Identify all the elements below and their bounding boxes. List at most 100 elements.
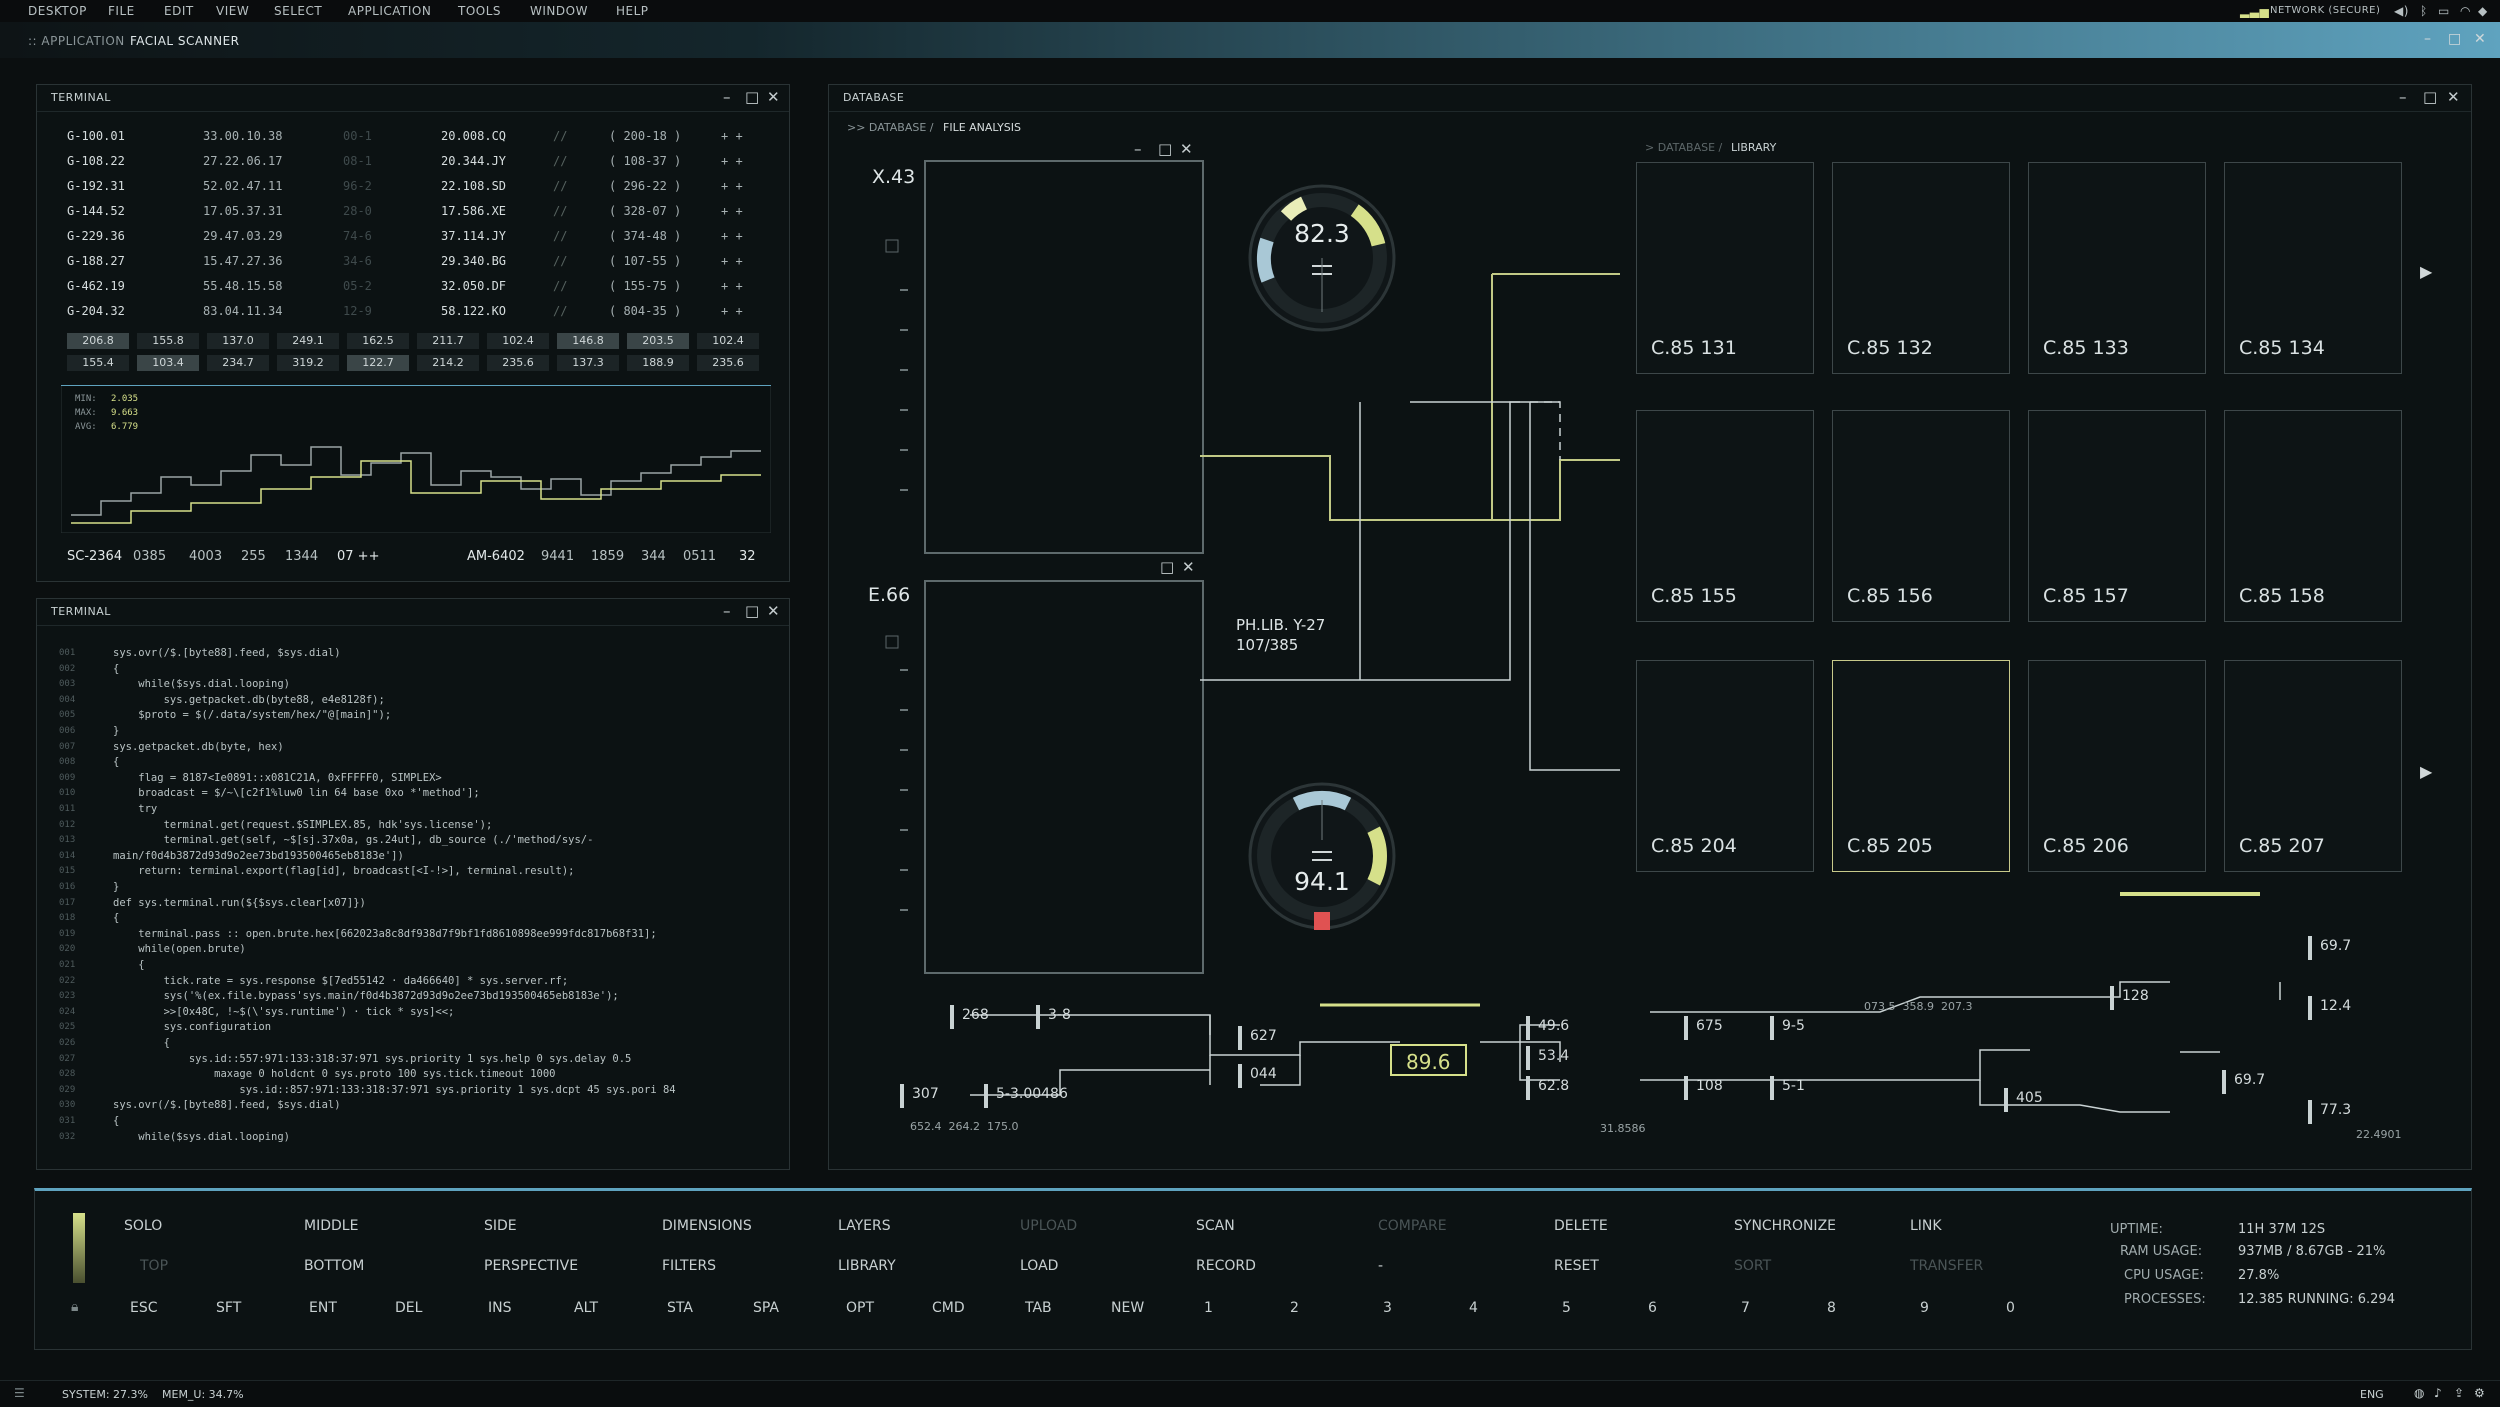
key-5[interactable]: 5 [1562,1300,1571,1316]
wifi-icon[interactable]: ◠ [2460,4,2471,18]
tool-row2-5[interactable]: LOAD [1020,1258,1058,1274]
key-spa[interactable]: SPA [753,1300,779,1316]
breadcrumb-root[interactable]: >> DATABASE / [847,121,937,134]
globe-icon[interactable]: ◍ [2414,1386,2424,1400]
upload-icon[interactable]: ⇪ [2454,1386,2464,1400]
grid-cell[interactable]: 214.2 [417,355,479,371]
cell-id[interactable]: G-192.31 [67,179,125,193]
tool-row2-8[interactable]: RESET [1554,1258,1599,1274]
node-n53[interactable]: 5-3.00486 [984,1084,1076,1108]
grid-cell[interactable]: 162.5 [347,333,409,349]
menu-view[interactable]: VIEW [216,4,249,18]
menu-edit[interactable]: EDIT [164,4,194,18]
maximize-window-button[interactable]: □ [2448,31,2461,47]
key-del[interactable]: DEL [395,1300,422,1316]
cell-id[interactable]: G-108.22 [67,154,125,168]
node-n675[interactable]: 675 [1684,1016,1731,1040]
node-n697a[interactable]: 69.7 [2308,936,2359,960]
tool-delete[interactable]: DELETE [1554,1218,1608,1234]
key-new[interactable]: NEW [1111,1300,1144,1316]
node-n496[interactable]: 49.6 [1526,1016,1577,1040]
tool-solo[interactable]: SOLO [124,1218,162,1234]
key-6[interactable]: 6 [1648,1300,1657,1316]
key-cmd[interactable]: CMD [932,1300,965,1316]
menu-tools[interactable]: TOOLS [458,4,501,18]
tool-row2-7[interactable]: - [1378,1258,1383,1274]
library-tile[interactable]: C.85 158 [2224,410,2402,622]
scan2-close-icon[interactable]: ✕ [1182,558,1195,576]
grid-cell[interactable]: 211.7 [417,333,479,349]
tool-layers[interactable]: LAYERS [838,1218,891,1234]
notification-icon[interactable]: ◆ [2478,4,2488,18]
node-n627[interactable]: 627 [1238,1026,1285,1050]
scroll-right-icon[interactable]: ▶ [2420,762,2432,781]
key-ent[interactable]: ENT [309,1300,337,1316]
tool-row2-2[interactable]: PERSPECTIVE [484,1258,578,1274]
cell-id[interactable]: G-100.01 [67,129,125,143]
grid-cell[interactable]: 188.9 [627,355,689,371]
tool-row2-6[interactable]: RECORD [1196,1258,1256,1274]
menu-application[interactable]: APPLICATION [348,4,431,18]
library-tile[interactable]: C.85 205 [1832,660,2010,872]
library-breadcrumb-root[interactable]: > DATABASE / [1645,141,1726,154]
grid-cell[interactable]: 122.7 [347,355,409,371]
cell-id[interactable]: G-144.52 [67,204,125,218]
node-n307[interactable]: 307 [900,1084,947,1108]
node-center[interactable]: 89.6 [1390,1044,1467,1076]
scan-maximize-icon[interactable]: □ [1158,140,1172,158]
scan-minimize-icon[interactable]: – [1134,140,1142,158]
maximize-icon[interactable]: □ [745,88,759,106]
node-n128[interactable]: 128 [2110,986,2157,1010]
grid-cell[interactable]: 234.7 [207,355,269,371]
network-status[interactable]: NETWORK (SECURE) [2270,5,2380,16]
menu-desktop[interactable]: DESKTOP [28,4,87,18]
grid-cell[interactable]: 102.4 [697,333,759,349]
cell-id[interactable]: G-204.32 [67,304,125,318]
node-n95[interactable]: 9-5 [1770,1016,1813,1040]
cell-id[interactable]: G-229.36 [67,229,125,243]
grid-cell[interactable]: 319.2 [277,355,339,371]
node-n534[interactable]: 53.4 [1526,1046,1577,1070]
volume-icon[interactable]: ◀) [2394,4,2409,18]
grid-cell[interactable]: 102.4 [487,333,549,349]
scan-frame-1[interactable] [924,160,1204,554]
cell-id[interactable]: G-188.27 [67,254,125,268]
tool-row2-4[interactable]: LIBRARY [838,1258,896,1274]
minimize-window-button[interactable]: – [2424,31,2431,47]
maximize-icon[interactable]: □ [2423,88,2437,106]
tool-synchronize[interactable]: SYNCHRONIZE [1734,1218,1836,1234]
key-ins[interactable]: INS [488,1300,512,1316]
tool-row2-3[interactable]: FILTERS [662,1258,716,1274]
key-2[interactable]: 2 [1290,1300,1299,1316]
grid-cell[interactable]: 137.0 [207,333,269,349]
library-tile[interactable]: C.85 134 [2224,162,2402,374]
key-4[interactable]: 4 [1469,1300,1478,1316]
close-icon[interactable]: ✕ [2447,88,2460,106]
key-0[interactable]: 0 [2006,1300,2015,1316]
library-tile[interactable]: C.85 155 [1636,410,1814,622]
node-n51[interactable]: 5-1 [1770,1076,1813,1100]
bluetooth-icon[interactable]: ᛒ [2420,4,2428,18]
library-tile[interactable]: C.85 133 [2028,162,2206,374]
grid-cell[interactable]: 155.4 [67,355,129,371]
grid-cell[interactable]: 203.5 [627,333,689,349]
menu-file[interactable]: FILE [108,4,135,18]
battery-icon[interactable]: ▭ [2438,4,2450,18]
grid-cell[interactable]: 249.1 [277,333,339,349]
bell-icon[interactable]: ♪ [2434,1386,2442,1400]
tool-middle[interactable]: MIDDLE [304,1218,358,1234]
library-tile[interactable]: C.85 131 [1636,162,1814,374]
key-3[interactable]: 3 [1383,1300,1392,1316]
key-1[interactable]: 1 [1204,1300,1213,1316]
key-sft[interactable]: SFT [216,1300,241,1316]
key-9[interactable]: 9 [1920,1300,1929,1316]
tool-dimensions[interactable]: DIMENSIONS [662,1218,752,1234]
language-indicator[interactable]: ENG [2360,1388,2384,1401]
grid-cell[interactable]: 235.6 [697,355,759,371]
menu-window[interactable]: WINDOW [530,4,588,18]
node-n044[interactable]: 044 [1238,1064,1285,1088]
node-n268[interactable]: 268 [950,1005,997,1029]
library-tile[interactable]: C.85 206 [2028,660,2206,872]
minimize-icon[interactable]: – [723,602,731,620]
menu-select[interactable]: SELECT [274,4,322,18]
